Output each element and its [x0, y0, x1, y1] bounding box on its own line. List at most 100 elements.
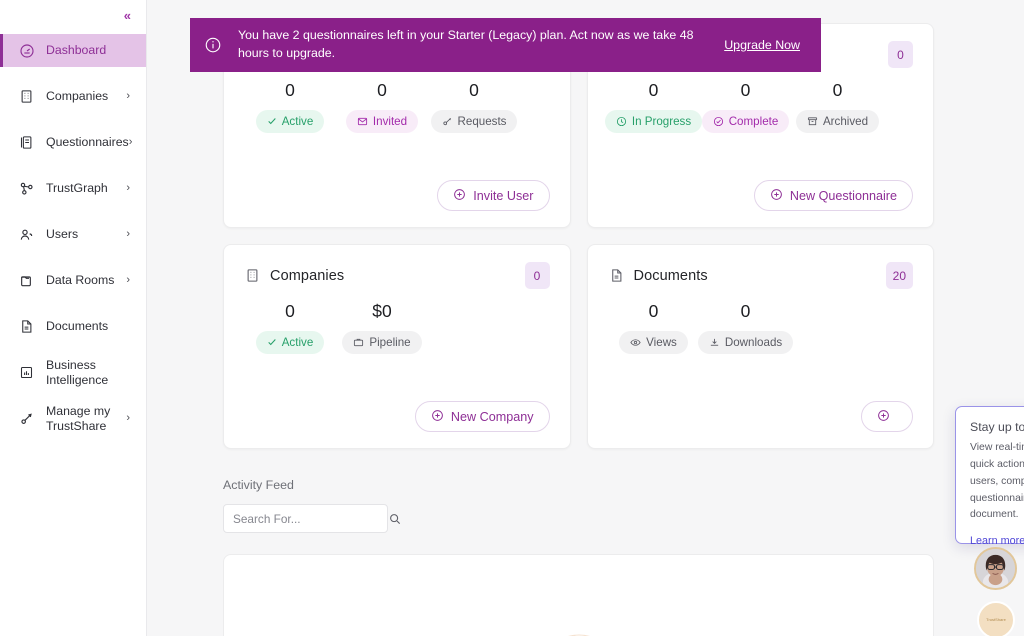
stat-label: Invited	[372, 114, 408, 128]
sidebar-collapse-button[interactable]: «	[124, 9, 131, 22]
trustshare-badge[interactable]: TrustShare	[977, 601, 1015, 636]
stat-pill-in-progress[interactable]: In Progress	[604, 109, 703, 133]
sidebar-item-trustgraph[interactable]: TrustGraph ›	[0, 172, 146, 205]
stat-value: 0	[648, 301, 659, 321]
sidebar-item-manage-my-trustshare[interactable]: Manage my TrustShare ›	[0, 402, 146, 435]
stat-label: Views	[646, 335, 677, 349]
info-icon	[204, 36, 222, 54]
card-stats: 0 Active $0 Pipeline	[244, 301, 550, 354]
stat-views: 0 Views	[608, 301, 700, 354]
card-stats: 0 In Progress 0 Complete 0 Archived	[604, 80, 914, 133]
sidebar-item-label: Dashboard	[46, 43, 107, 58]
activity-feed-section: Activity Feed	[147, 478, 1024, 533]
search-input[interactable]	[233, 511, 388, 526]
companies-card: Companies 0 0 Active $0 Pipeline New Com…	[223, 244, 571, 449]
sidebar-nav: Dashboard Companies › Questionnaires › T…	[0, 30, 146, 435]
button-label: Invite User	[473, 188, 534, 203]
button-label: New Company	[450, 409, 534, 424]
search-box[interactable]	[223, 504, 401, 533]
stat-value: 0	[285, 80, 295, 100]
stat-value: 0	[469, 80, 479, 100]
stat-pill-active[interactable]: Active	[255, 109, 325, 133]
status-badge: 20	[885, 262, 913, 289]
stat-pill-downloads[interactable]: Downloads	[697, 330, 794, 354]
stat-value: 0	[648, 80, 659, 100]
sidebar-header: «	[0, 0, 146, 30]
button-label: New Questionnaire	[789, 188, 897, 203]
plus-circle-icon	[877, 409, 890, 425]
sidebar-item-label: Data Rooms	[46, 273, 115, 288]
sidebar-item-business-intelligence[interactable]: Business Intelligence	[0, 356, 146, 389]
onboarding-tooltip: Stay up to date ✕ View real-time activit…	[955, 406, 1024, 547]
stat-label: Archived	[822, 114, 869, 128]
sidebar-item-companies[interactable]: Companies ›	[0, 80, 146, 113]
archive-icon	[807, 116, 818, 127]
stat-value: 0	[832, 80, 843, 100]
app-root: « Dashboard Companies › Questionnaires ›…	[0, 0, 1024, 636]
search-icon[interactable]	[388, 512, 402, 526]
card-header: Companies 0	[244, 262, 550, 289]
sidebar-item-dashboard[interactable]: Dashboard	[0, 34, 146, 67]
avatar[interactable]	[974, 547, 1017, 590]
briefcase-icon	[353, 337, 364, 348]
stat-requests: 0 Requests	[428, 80, 520, 133]
sidebar-item-data-rooms[interactable]: Data Rooms ›	[0, 264, 146, 297]
sidebar: « Dashboard Companies › Questionnaires ›…	[0, 0, 147, 636]
sidebar-item-documents[interactable]: Documents	[0, 310, 146, 343]
questionnaire-icon	[18, 134, 35, 151]
stat-value: 0	[740, 301, 751, 321]
stat-value: 0	[377, 80, 387, 100]
chevron-right-icon: ›	[126, 182, 130, 194]
card-stats: 0 Active 0 Invited 0 Requests	[244, 80, 550, 133]
new-questionnaire-button[interactable]: New Questionnaire	[753, 180, 913, 211]
stat-pill-invited[interactable]: Invited	[345, 109, 419, 133]
sidebar-item-label: Business Intelligence	[46, 358, 109, 387]
plus-circle-icon	[770, 188, 783, 204]
upgrade-now-link[interactable]: Upgrade Now	[724, 38, 800, 52]
new-company-button[interactable]: New Company	[414, 401, 550, 432]
flightschool-link[interactable]: Learn more in FlightSchool	[970, 535, 1024, 547]
stat-value: $0	[372, 301, 392, 321]
chevron-right-icon: ›	[126, 90, 130, 102]
graph-icon	[18, 180, 35, 197]
badge-label: TrustShare	[986, 617, 1006, 622]
envelope-icon	[357, 116, 368, 127]
sidebar-item-questionnaires[interactable]: Questionnaires ›	[0, 126, 146, 159]
status-badge: 0	[888, 41, 913, 68]
stat-pill-views[interactable]: Views	[619, 330, 688, 354]
tooltip-header: Stay up to date ✕	[970, 420, 1024, 434]
stat-complete: 0 Complete	[700, 81, 792, 133]
stat-pill-pipeline[interactable]: Pipeline	[342, 330, 422, 354]
sidebar-item-label: TrustGraph	[46, 181, 108, 196]
invite-user-button[interactable]: Invite User	[437, 180, 550, 211]
card-title: Companies	[270, 267, 345, 284]
new-document-button[interactable]	[861, 401, 913, 432]
card-action: Invite User	[437, 180, 550, 211]
main-content: Users 0 0 Active 0	[147, 0, 1024, 636]
stat-pill-requests[interactable]: Requests	[430, 109, 518, 133]
dashboard-icon	[18, 42, 35, 59]
stat-invited: 0 Invited	[336, 80, 428, 133]
document-icon	[608, 267, 625, 284]
sidebar-item-label: Manage my TrustShare	[46, 404, 111, 433]
users-icon	[18, 226, 35, 243]
card-header: Documents 20	[608, 262, 913, 289]
eye-icon	[630, 337, 641, 348]
stat-pill-archived[interactable]: Archived	[795, 109, 880, 133]
stat-label: Pipeline	[369, 335, 411, 349]
sidebar-item-label: Users	[46, 227, 79, 242]
stat-value: 0	[285, 301, 295, 321]
bar-chart-icon	[18, 364, 35, 381]
check-icon	[267, 337, 277, 347]
stat-label: Downloads	[724, 335, 783, 349]
stat-downloads: 0 Downloads	[697, 301, 794, 354]
chevron-right-icon: ›	[128, 136, 133, 148]
sidebar-item-users[interactable]: Users ›	[0, 218, 146, 251]
stat-label: Complete	[728, 114, 779, 128]
card-title: Documents	[633, 267, 708, 284]
stat-pill-active[interactable]: Active	[255, 330, 325, 354]
card-action	[861, 401, 913, 432]
stat-pill-complete[interactable]: Complete	[701, 109, 790, 133]
activity-feed-title: Activity Feed	[223, 478, 294, 492]
chevron-right-icon: ›	[126, 228, 130, 240]
